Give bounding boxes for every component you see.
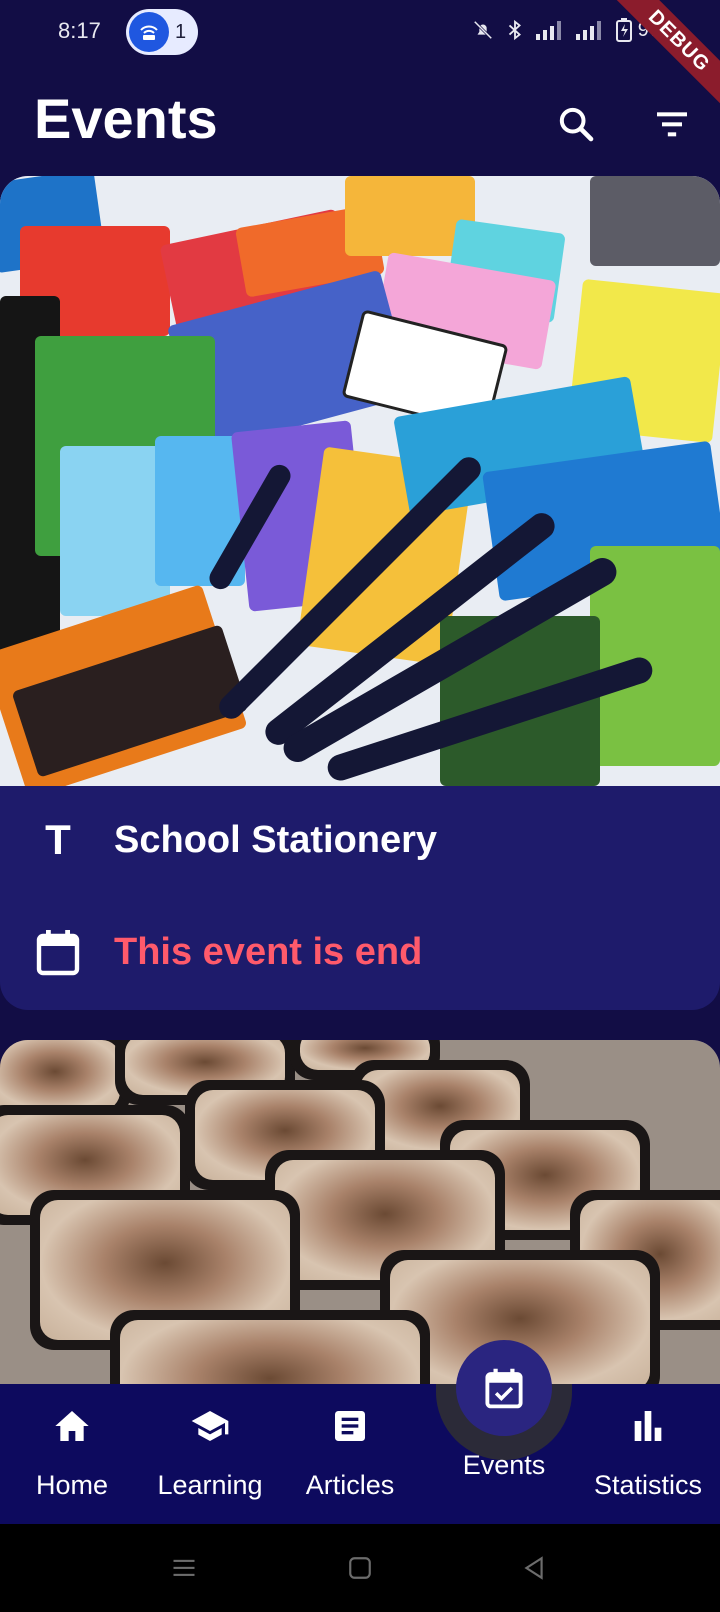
signal-icon-2 (575, 21, 601, 40)
status-time: 8:17 (58, 18, 101, 43)
menu-icon (173, 1559, 195, 1576)
event-card[interactable]: T School Stationery This event is end (0, 176, 720, 1010)
home-icon (52, 1404, 92, 1448)
bluetooth-icon (508, 19, 521, 41)
nav-item-learning[interactable]: Learning (138, 1384, 282, 1524)
school-icon (188, 1404, 232, 1448)
search-icon (559, 107, 594, 142)
back-button[interactable] (512, 1546, 556, 1590)
home-system-button[interactable] (338, 1546, 382, 1590)
back-triangle-icon (524, 1556, 543, 1580)
event-title-row: T School Stationery (0, 810, 720, 870)
title-icon: T (45, 816, 71, 863)
status-bar: 8:17 1 DEBUG (0, 0, 720, 112)
system-navigation-bar (0, 1524, 720, 1612)
nav-item-articles[interactable]: Articles (278, 1384, 422, 1524)
article-icon (330, 1404, 370, 1448)
nav-label: Learning (157, 1470, 263, 1500)
filter-icon (657, 112, 687, 137)
calendar-icon (28, 928, 88, 976)
nav-item-events[interactable]: Events (432, 1384, 576, 1524)
mute-icon (473, 20, 492, 40)
search-button[interactable] (548, 96, 604, 152)
hotspot-icon (129, 12, 169, 52)
recents-button[interactable] (162, 1546, 206, 1590)
filter-button[interactable] (644, 96, 700, 152)
event-card[interactable] (0, 1040, 720, 1440)
battery-icon (615, 18, 632, 42)
app-bar: Events (0, 66, 720, 174)
nav-item-home[interactable]: Home (0, 1384, 144, 1524)
hotspot-indicator[interactable]: 1 (126, 9, 198, 55)
event-title: School Stationery (114, 818, 438, 861)
event-status: This event is end (114, 930, 423, 973)
page-title: Events (34, 87, 218, 150)
square-icon (349, 1557, 371, 1579)
event-image (0, 176, 720, 786)
nav-label: Articles (305, 1470, 395, 1500)
signal-icon (535, 21, 561, 40)
bar-chart-icon (628, 1404, 668, 1448)
event-date-row: This event is end (0, 922, 720, 982)
hotspot-count: 1 (175, 20, 187, 43)
nav-label: Events (462, 1450, 546, 1480)
event-image (0, 1040, 720, 1440)
nav-item-statistics[interactable]: Statistics (576, 1384, 720, 1524)
nav-label: Statistics (593, 1470, 703, 1500)
status-icons: 97 (472, 18, 660, 42)
nav-label: Home (35, 1470, 109, 1500)
